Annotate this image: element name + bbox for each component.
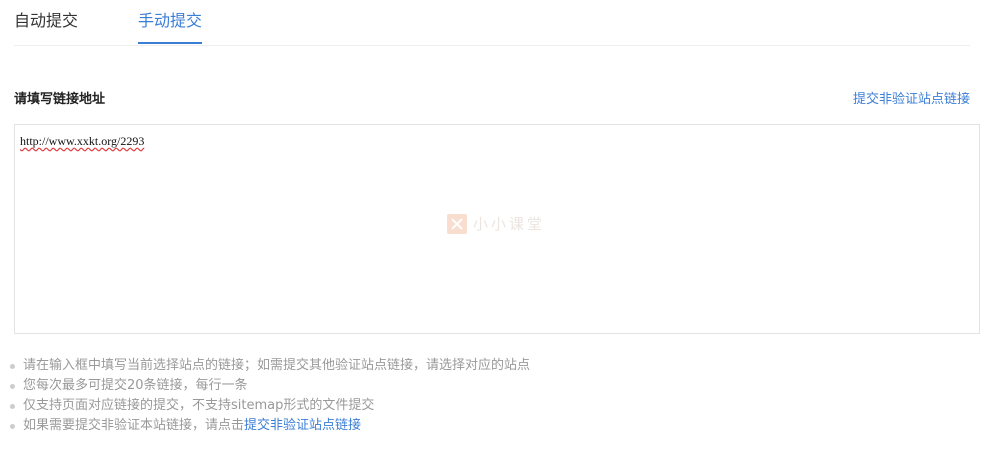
bullet-icon	[10, 383, 15, 389]
tip-submit-nonverified-link[interactable]: 提交非验证站点链接	[244, 416, 361, 436]
tips-list: 请在输入框中填写当前选择站点的链接；如需提交其他验证站点链接，请选择对应的站点 …	[10, 356, 530, 436]
list-item: 请在输入框中填写当前选择站点的链接；如需提交其他验证站点链接，请选择对应的站点	[10, 356, 530, 376]
list-item: 如果需要提交非验证本站链接，请点击 提交非验证站点链接	[10, 416, 530, 436]
list-item: 您每次最多可提交20条链接，每行一条	[10, 376, 530, 396]
watermark: 小小课堂	[447, 213, 545, 234]
watermark-text: 小小课堂	[473, 215, 546, 233]
tip-text: 仅支持页面对应链接的提交，不支持sitemap形式的文件提交	[23, 398, 375, 413]
bullet-icon	[10, 423, 15, 429]
submit-nonverified-site-link[interactable]: 提交非验证站点链接	[853, 91, 970, 109]
list-item: 仅支持页面对应链接的提交，不支持sitemap形式的文件提交	[10, 396, 530, 416]
tab-auto-submit[interactable]: 自动提交	[14, 8, 78, 44]
tab-manual-submit[interactable]: 手动提交	[138, 8, 203, 44]
x-logo-icon	[447, 213, 467, 234]
bullet-icon	[10, 363, 15, 369]
tip-text: 您每次最多可提交20条链接，每行一条	[23, 378, 248, 393]
tip-text: 请在输入框中填写当前选择站点的链接；如需提交其他验证站点链接，请选择对应的站点	[23, 358, 531, 373]
url-input-textarea[interactable]: http://www.xxkt.org/2293 小小课堂	[14, 124, 980, 334]
submission-tabs: 自动提交 手动提交	[14, 0, 970, 46]
bullet-icon	[10, 403, 15, 409]
tip-text: 如果需要提交非验证本站链接，请点击	[23, 418, 245, 433]
section-title: 请填写链接地址	[14, 92, 106, 107]
url-input-value: http://www.xxkt.org/2293	[20, 134, 145, 148]
